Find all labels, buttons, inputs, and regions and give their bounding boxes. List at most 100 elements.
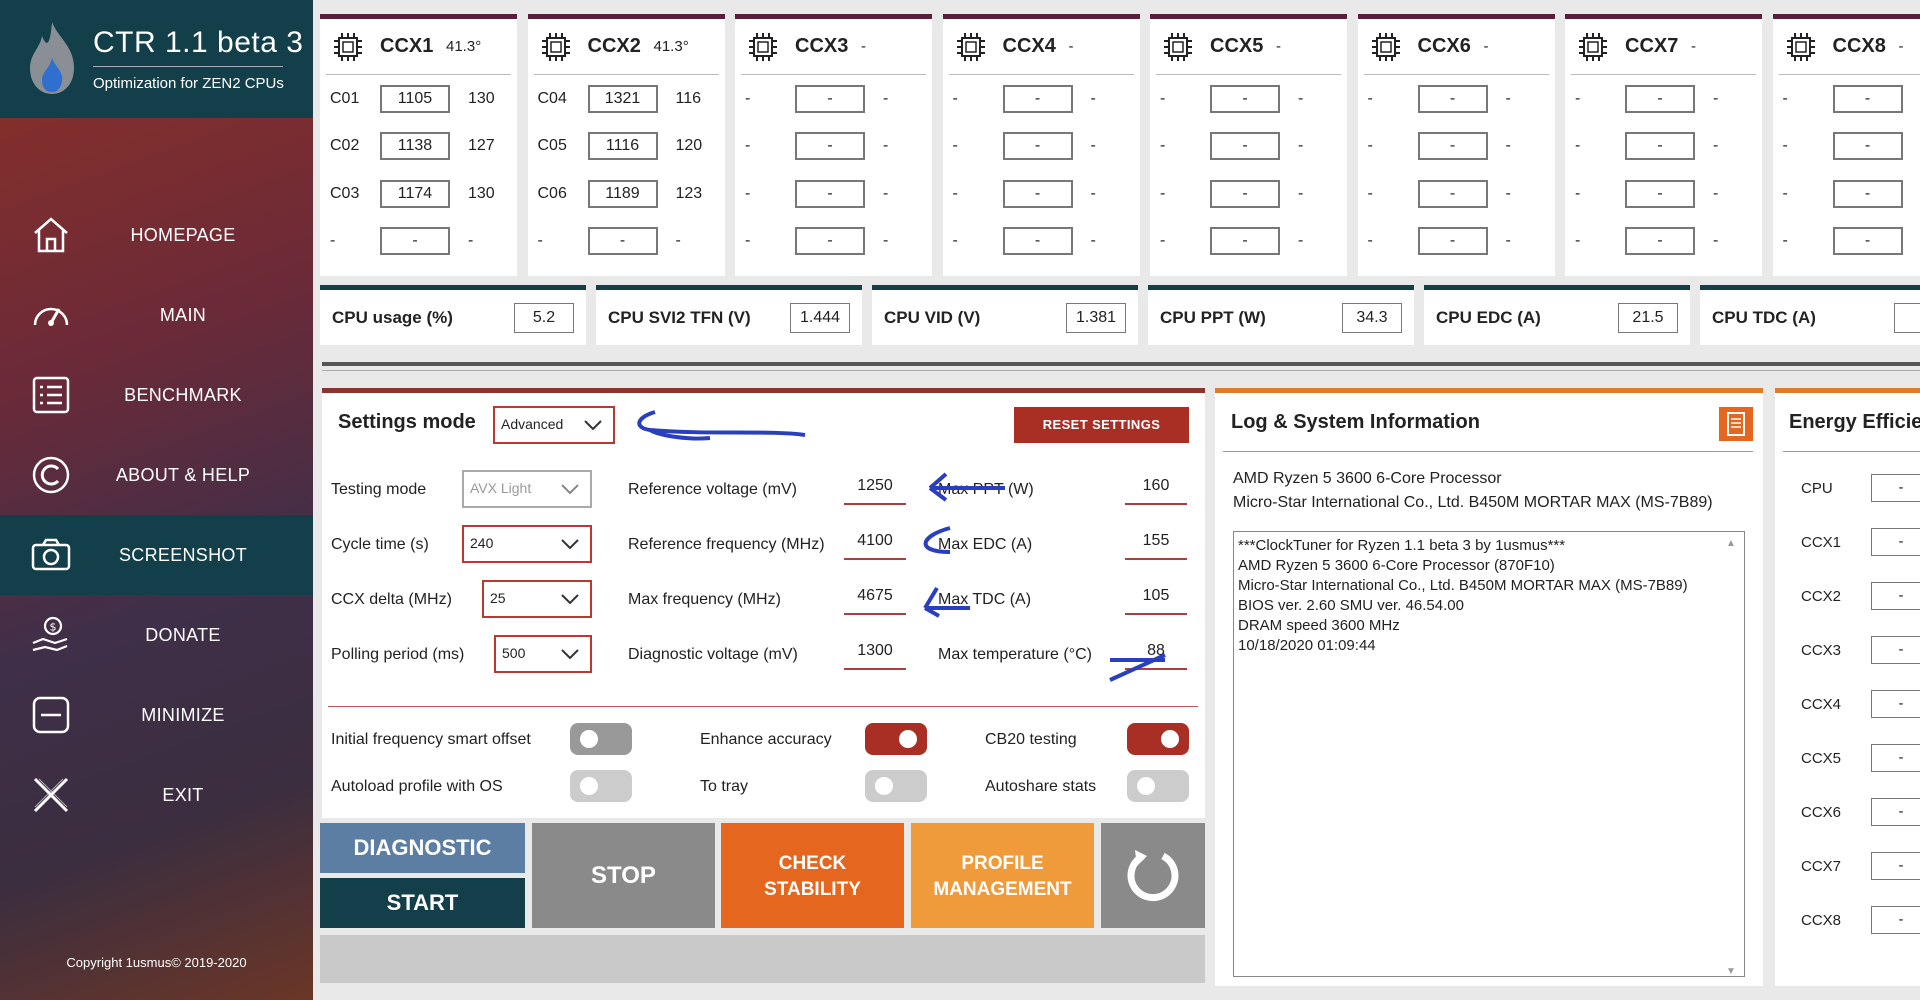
ccx-name: CCX5 bbox=[1210, 35, 1264, 57]
core-id: - bbox=[1782, 137, 1788, 155]
ccx-temperature: - bbox=[1898, 38, 1904, 55]
settings-mode-dropdown[interactable]: Advanced bbox=[493, 406, 615, 444]
sidebar-item-benchmark[interactable]: BENCHMARK bbox=[0, 355, 313, 435]
core-frequency: - bbox=[1210, 179, 1280, 208]
core-row: --- bbox=[1150, 218, 1347, 266]
sidebar-item-main[interactable]: MAIN bbox=[0, 275, 313, 355]
core-id: - bbox=[1160, 137, 1166, 155]
smart-offset-toggle[interactable] bbox=[570, 723, 632, 755]
to-tray-toggle[interactable] bbox=[865, 770, 927, 802]
ccx-header: CCX6- bbox=[1363, 19, 1549, 75]
cycle-time-value: 240 bbox=[470, 535, 494, 551]
core-row: --- bbox=[943, 75, 1140, 123]
divider bbox=[322, 370, 1920, 371]
sidebar-item-label: MINIMIZE bbox=[141, 704, 225, 725]
energy-row: CCX2 - bbox=[1801, 581, 1920, 611]
core-quality: - bbox=[675, 232, 681, 250]
chip-icon bbox=[749, 32, 777, 61]
core-frequency: 1138 bbox=[380, 132, 450, 161]
core-frequency: - bbox=[1210, 84, 1280, 113]
copy-log-button[interactable] bbox=[1719, 407, 1753, 441]
sidebar-item-label: HOMEPAGE bbox=[130, 224, 236, 245]
max-tdc-input[interactable]: 105 bbox=[1125, 581, 1187, 615]
max-edc-input[interactable]: 155 bbox=[1125, 526, 1187, 560]
core-row: --- bbox=[1773, 75, 1920, 123]
reference-frequency-input[interactable]: 4100 bbox=[844, 526, 906, 560]
testing-mode-dropdown[interactable]: AVX Light bbox=[462, 470, 592, 508]
ccx-header: CCX4- bbox=[948, 19, 1134, 75]
ccx-header: CCX8- bbox=[1778, 19, 1920, 75]
cb20-testing-toggle[interactable] bbox=[1127, 723, 1189, 755]
diagnostic-voltage-input[interactable]: 1300 bbox=[844, 636, 906, 670]
core-quality: - bbox=[1505, 89, 1511, 107]
core-id: - bbox=[1160, 184, 1166, 202]
ccx-delta-dropdown[interactable]: 25 bbox=[482, 580, 592, 618]
energy-row: CCX1 - bbox=[1801, 527, 1920, 557]
core-frequency: - bbox=[1002, 179, 1073, 208]
core-frequency: - bbox=[1832, 227, 1903, 256]
check-stability-button[interactable]: CHECK STABILITY bbox=[721, 823, 904, 928]
core-quality: 116 bbox=[675, 89, 702, 107]
log-line: AMD Ryzen 5 3600 6-Core Processor (870F1… bbox=[1238, 557, 1555, 574]
sidebar-item-minimize[interactable]: MINIMIZE bbox=[0, 675, 313, 755]
stat-card: CPU usage (%) 5.2 bbox=[320, 285, 586, 345]
core-row: --- bbox=[735, 218, 932, 266]
scroll-down-icon[interactable]: ▼ bbox=[1726, 962, 1738, 977]
cycle-time-dropdown[interactable]: 240 bbox=[462, 525, 592, 563]
core-row: C05 1116 120 bbox=[528, 123, 725, 171]
core-quality: - bbox=[1298, 89, 1304, 107]
diagnostic-button[interactable]: DIAGNOSTIC bbox=[320, 823, 525, 873]
core-id: - bbox=[1160, 232, 1166, 250]
ccx-card: CCX4- - - - - - - - - - - - - bbox=[942, 14, 1140, 276]
core-frequency: - bbox=[1625, 179, 1695, 208]
refresh-button[interactable] bbox=[1101, 823, 1205, 928]
sidebar-nav: HOMEPAGE MAIN BENCHMARK ABOUT & HELP SCR… bbox=[0, 195, 313, 835]
max-temperature-input[interactable]: 88 bbox=[1125, 636, 1187, 670]
sidebar-item-about-help[interactable]: ABOUT & HELP bbox=[0, 435, 313, 515]
max-ppt-input[interactable]: 160 bbox=[1125, 471, 1187, 505]
energy-label: CCX4 bbox=[1801, 695, 1842, 713]
core-row: --- bbox=[735, 75, 932, 123]
energy-row: CPU - bbox=[1801, 473, 1920, 503]
sidebar-item-homepage[interactable]: HOMEPAGE bbox=[0, 195, 313, 275]
core-id: - bbox=[1367, 137, 1373, 155]
ccx-temperature: - bbox=[1691, 38, 1696, 55]
sidebar-item-donate[interactable]: $ DONATE bbox=[0, 595, 313, 675]
energy-row: CCX6 - bbox=[1801, 797, 1920, 827]
stat-label: CPU EDC (A) bbox=[1436, 307, 1541, 327]
ccx-header: CCX7- bbox=[1571, 19, 1756, 75]
autoload-toggle[interactable] bbox=[570, 770, 632, 802]
settings-separator bbox=[328, 706, 1198, 707]
autoshare-toggle[interactable] bbox=[1127, 770, 1189, 802]
energy-efficiency-panel: Energy Efficie CPU - CCX1- CCX2- CCX3- CCX4- C… bbox=[1775, 388, 1920, 986]
stop-button[interactable]: STOP bbox=[532, 823, 715, 928]
core-frequency: 1321 bbox=[587, 84, 658, 113]
log-textarea[interactable]: ▲ ▼ ***ClockTuner for Ryzen 1.1 beta 3 b… bbox=[1233, 531, 1745, 977]
profile-management-button[interactable]: PROFILE MANAGEMENT bbox=[911, 823, 1094, 928]
core-row: C03 1174 130 bbox=[320, 170, 517, 218]
ccx-card: CCX5- - - - - - - - - - - - - bbox=[1150, 14, 1347, 276]
ccx-card: CCX8------------- bbox=[1772, 14, 1920, 276]
list-icon bbox=[32, 376, 70, 414]
copyright-icon bbox=[32, 456, 70, 494]
energy-value: - bbox=[1871, 852, 1920, 880]
enhance-accuracy-toggle[interactable] bbox=[865, 723, 927, 755]
cycle-time-label: Cycle time (s) bbox=[331, 536, 429, 553]
sidebar-item-screenshot[interactable]: SCREENSHOT bbox=[0, 515, 313, 595]
sidebar-item-label: EXIT bbox=[162, 784, 204, 805]
max-frequency-input[interactable]: 4675 bbox=[844, 581, 906, 615]
energy-label: CCX6 bbox=[1801, 803, 1842, 821]
reset-settings-button[interactable]: RESET SETTINGS bbox=[1014, 407, 1189, 443]
cpu-stats: CPU usage (%) 5.2 CPU SVI2 TFN (V) 1.444 CPU… bbox=[320, 285, 1920, 345]
core-id: - bbox=[1367, 184, 1373, 202]
start-button[interactable]: START bbox=[320, 878, 525, 928]
reference-voltage-input[interactable]: 1250 bbox=[844, 471, 906, 505]
core-id: - bbox=[745, 232, 751, 250]
core-row: --- bbox=[1565, 75, 1762, 123]
sidebar-item-exit[interactable]: EXIT bbox=[0, 755, 313, 835]
gauge-icon bbox=[33, 307, 69, 326]
polling-period-dropdown[interactable]: 500 bbox=[494, 635, 592, 673]
core-id: C02 bbox=[330, 137, 360, 155]
max-temperature-label: Max temperature (°C) bbox=[938, 646, 1092, 663]
scroll-up-icon[interactable]: ▲ bbox=[1726, 534, 1738, 549]
